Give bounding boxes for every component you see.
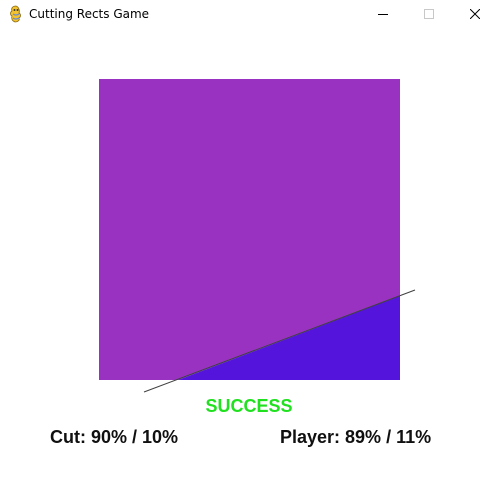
close-icon <box>470 9 480 19</box>
cut-ratio: Cut: 90% / 10% <box>50 427 179 447</box>
maximize-button[interactable] <box>406 0 452 29</box>
status-message: SUCCESS <box>205 396 293 416</box>
close-button[interactable] <box>452 0 498 29</box>
minimize-button[interactable] <box>360 0 406 29</box>
maximize-icon <box>424 9 434 19</box>
pygame-snake-icon <box>10 5 21 23</box>
minimize-icon <box>378 14 388 15</box>
player-ratio: Player: 89% / 11% <box>280 427 432 447</box>
window-title: Cutting Rects Game <box>29 7 150 21</box>
title-bar[interactable]: Cutting Rects Game <box>0 0 498 29</box>
